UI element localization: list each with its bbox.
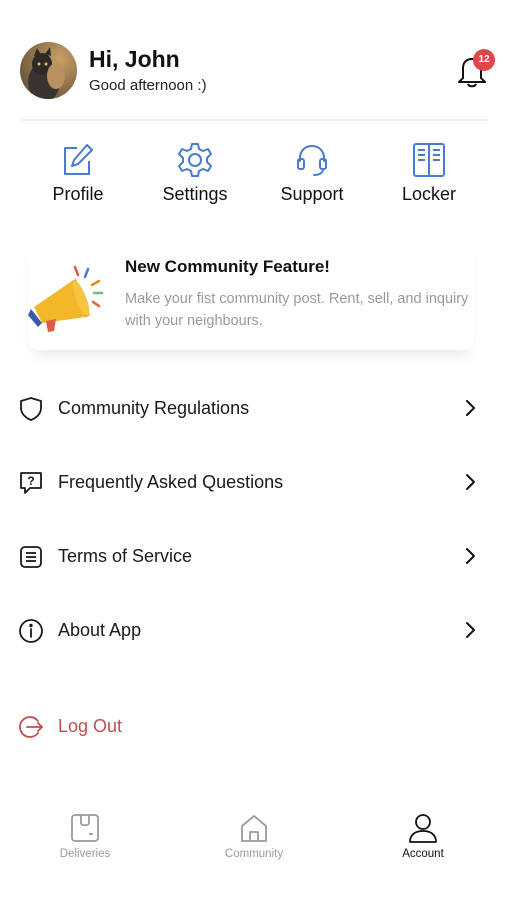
greeting-title: Hi, John — [89, 46, 180, 72]
menu-item-terms-of-service[interactable]: Terms of Service — [18, 536, 482, 576]
avatar[interactable] — [20, 42, 77, 99]
profile-label: Profile — [52, 184, 104, 204]
logout-label: Log Out — [58, 716, 123, 736]
menu-item-label: About App — [58, 620, 142, 640]
banner-text: Make your fist community post. Rent, sel… — [125, 291, 469, 329]
shield-icon — [20, 397, 42, 421]
profile-button[interactable]: Profile — [23, 141, 133, 213]
document-list-icon — [20, 546, 42, 568]
community-feature-banner[interactable]: New Community Feature! Make your fist co… — [28, 243, 474, 350]
account-header: Hi, John Good afternoon :) 12 — [20, 42, 495, 100]
headset-icon — [297, 145, 327, 176]
chevron-right-icon — [466, 400, 475, 416]
megaphone-icon — [28, 261, 106, 337]
menu-item-label: Terms of Service — [58, 546, 193, 566]
banner-title: New Community Feature! — [125, 257, 330, 276]
header-divider — [20, 119, 488, 121]
tab-label: Community — [224, 848, 284, 860]
settings-button[interactable]: Settings — [140, 141, 250, 213]
package-icon — [71, 814, 99, 842]
menu-item-faq[interactable]: ? Frequently Asked Questions — [18, 462, 482, 502]
user-icon — [409, 814, 437, 843]
support-button[interactable]: Support — [257, 141, 367, 213]
tab-account[interactable]: Account — [368, 812, 478, 868]
chevron-right-icon — [466, 548, 475, 564]
locker-label: Locker — [401, 184, 457, 204]
edit-icon — [64, 144, 93, 175]
svg-text:?: ? — [27, 474, 34, 488]
chevron-right-icon — [466, 474, 475, 490]
tab-deliveries[interactable]: Deliveries — [30, 812, 140, 868]
info-icon — [19, 619, 43, 643]
menu-item-about-app[interactable]: About App — [18, 610, 482, 650]
gear-icon — [178, 143, 212, 177]
support-label: Support — [280, 184, 344, 204]
tab-label: Deliveries — [59, 848, 111, 860]
logout-button[interactable]: Log Out — [18, 708, 218, 744]
menu-item-label: Frequently Asked Questions — [58, 472, 284, 492]
tab-community[interactable]: Community — [199, 812, 309, 868]
locker-icon — [413, 143, 445, 177]
greeting-subtitle: Good afternoon :) — [89, 77, 207, 94]
notification-count-badge: 12 — [473, 49, 495, 71]
home-icon — [241, 815, 267, 842]
tab-label: Account — [402, 848, 444, 860]
question-bubble-icon: ? — [20, 472, 42, 494]
chevron-right-icon — [466, 622, 475, 638]
logout-icon — [19, 716, 43, 738]
locker-button[interactable]: Locker — [374, 141, 484, 213]
menu-item-label: Community Regulations — [58, 398, 250, 418]
settings-label: Settings — [162, 184, 228, 204]
menu-item-community-regulations[interactable]: Community Regulations — [18, 388, 482, 428]
